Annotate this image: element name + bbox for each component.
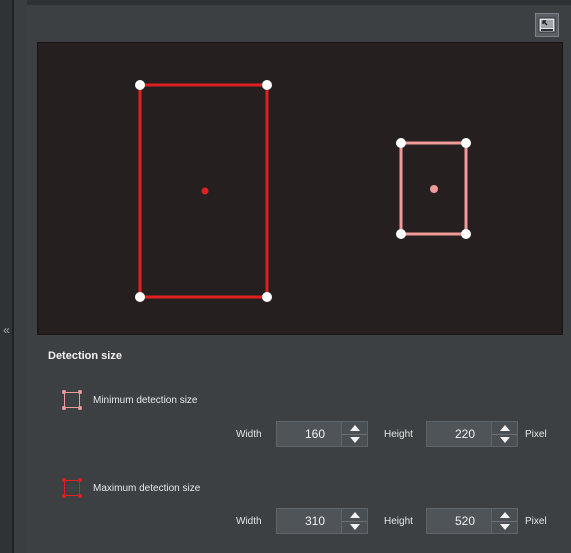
triangle-down-icon bbox=[349, 524, 360, 531]
max-box-handle-tr[interactable] bbox=[262, 80, 272, 90]
min-size-legend: Minimum detection size bbox=[62, 389, 198, 411]
max-size-swatch-icon bbox=[62, 478, 82, 498]
triangle-down-icon bbox=[499, 437, 510, 444]
restore-window-icon bbox=[538, 17, 556, 33]
min-height-decrement[interactable] bbox=[492, 433, 517, 447]
max-height-increment[interactable] bbox=[492, 509, 517, 521]
min-width-input[interactable]: 160 bbox=[276, 421, 342, 447]
triangle-up-icon bbox=[349, 424, 360, 431]
min-size-label: Minimum detection size bbox=[93, 394, 198, 406]
triangle-down-icon bbox=[499, 524, 510, 531]
restore-window-button[interactable] bbox=[535, 13, 559, 37]
max-height-input[interactable]: 520 bbox=[426, 508, 492, 534]
max-height-stepper[interactable] bbox=[492, 508, 518, 534]
preview-canvas bbox=[135, 80, 471, 302]
max-height-label: Height bbox=[384, 515, 413, 527]
triangle-down-icon bbox=[349, 437, 360, 444]
min-box-handle-tl[interactable] bbox=[396, 138, 406, 148]
section-title: Detection size bbox=[48, 350, 122, 362]
rail-divider bbox=[12, 0, 14, 553]
max-box-handle-br[interactable] bbox=[262, 292, 272, 302]
left-collapse-rail: « bbox=[0, 0, 14, 553]
detection-size-preview[interactable] bbox=[37, 42, 563, 335]
triangle-up-icon bbox=[349, 511, 360, 518]
max-width-label: Width bbox=[236, 515, 262, 527]
min-unit-label: Pixel bbox=[525, 428, 547, 440]
min-box-center bbox=[430, 185, 438, 193]
max-box-center bbox=[201, 187, 209, 195]
panel-header-strip bbox=[27, 0, 571, 5]
max-box-handle-tl[interactable] bbox=[135, 80, 145, 90]
max-box-handle-bl[interactable] bbox=[135, 292, 145, 302]
min-height-increment[interactable] bbox=[492, 422, 517, 434]
max-size-legend: Maximum detection size bbox=[62, 477, 201, 499]
max-width-stepper[interactable] bbox=[342, 508, 368, 534]
max-detection-box[interactable] bbox=[135, 80, 272, 302]
max-width-increment[interactable] bbox=[342, 509, 367, 521]
min-box-handle-tr[interactable] bbox=[461, 138, 471, 148]
max-width-decrement[interactable] bbox=[342, 520, 367, 534]
max-width-input[interactable]: 310 bbox=[276, 508, 342, 534]
max-size-fields: Width 310 Height 520 Pixel bbox=[230, 507, 547, 535]
max-height-decrement[interactable] bbox=[492, 520, 517, 534]
min-width-increment[interactable] bbox=[342, 422, 367, 434]
min-box-handle-br[interactable] bbox=[461, 229, 471, 239]
min-width-label: Width bbox=[236, 428, 262, 440]
max-size-label: Maximum detection size bbox=[93, 482, 201, 494]
min-height-input[interactable]: 220 bbox=[426, 421, 492, 447]
min-width-decrement[interactable] bbox=[342, 433, 367, 447]
min-size-fields: Width 160 Height 220 Pixel bbox=[230, 420, 547, 448]
min-box-handle-bl[interactable] bbox=[396, 229, 406, 239]
triangle-up-icon bbox=[499, 424, 510, 431]
min-height-label: Height bbox=[384, 428, 413, 440]
triangle-up-icon bbox=[499, 511, 510, 518]
double-chevron-left-icon[interactable]: « bbox=[0, 320, 13, 340]
min-height-stepper[interactable] bbox=[492, 421, 518, 447]
min-width-stepper[interactable] bbox=[342, 421, 368, 447]
min-detection-box[interactable] bbox=[396, 138, 471, 239]
max-unit-label: Pixel bbox=[525, 515, 547, 527]
min-size-swatch-icon bbox=[62, 390, 82, 410]
